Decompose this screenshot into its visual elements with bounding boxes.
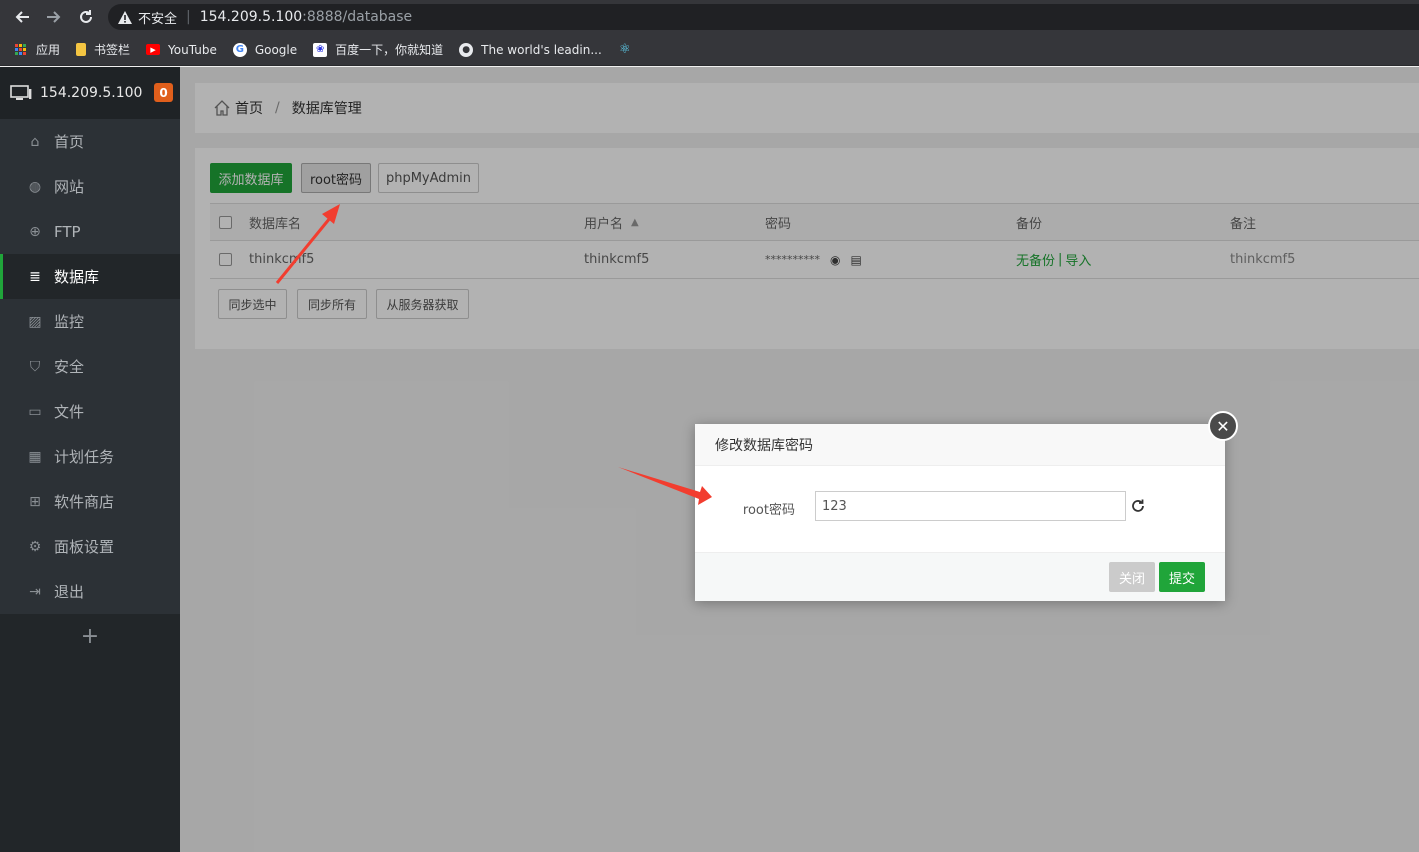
bookmark-youtube[interactable]: ▶ YouTube [146, 43, 217, 57]
sidebar-item-label: 网站 [54, 178, 85, 196]
bookmark-label: 应用 [36, 43, 61, 57]
database-icon: ≣ [29, 268, 41, 285]
calendar-icon: ▦ [28, 448, 42, 465]
root-password-input[interactable] [815, 491, 1126, 521]
url-host: 154.209.5.100 [199, 9, 303, 25]
baidu-icon: ❀ [313, 42, 328, 57]
bookmark-react[interactable]: ⚛ [618, 42, 640, 57]
sidebar-item-label: 软件商店 [54, 493, 115, 511]
bookmarks-bar: 应用 书签栏 ▶ YouTube G Google ❀ 百度一下，你就知道 ● … [0, 34, 1419, 66]
sidebar-item-label: 文件 [54, 403, 85, 421]
close-button[interactable]: 关闭 [1109, 562, 1155, 592]
sidebar-item-files[interactable]: ▭ 文件 [0, 389, 180, 434]
sidebar-item-website[interactable]: ◍ 网站 [0, 164, 180, 209]
sidebar-item-label: 监控 [54, 313, 85, 331]
ftp-icon: ⊕ [29, 223, 41, 240]
back-icon[interactable] [7, 2, 37, 32]
bookmark-folder[interactable]: 书签栏 [76, 41, 130, 58]
dialog-footer: 关闭 提交 [695, 552, 1225, 601]
security-label: 不安全 [138, 11, 178, 27]
folder-icon [76, 43, 87, 56]
sidebar-item-security[interactable]: ⛉ 安全 [0, 344, 180, 389]
bookmark-label: 百度一下，你就知道 [335, 43, 444, 57]
bookmark-label: Google [254, 42, 298, 57]
root-password-label: root密码 [742, 503, 795, 518]
server-ip: 154.209.5.100 [40, 85, 143, 101]
grid-icon: ⊞ [29, 493, 41, 510]
bookmark-label: The world's leadin... [481, 42, 602, 57]
url-path: :8888/database [302, 9, 413, 25]
bookmark-baidu[interactable]: ❀ 百度一下，你就知道 [313, 41, 443, 58]
forward-icon[interactable] [39, 2, 69, 32]
sidebar-item-monitor[interactable]: ▨ 监控 [0, 299, 180, 344]
globe-icon: ◍ [28, 178, 42, 195]
sidebar-item-label: 首页 [54, 133, 85, 151]
bookmark-google[interactable]: G Google [232, 42, 298, 57]
react-icon: ⚛ [618, 42, 631, 57]
bookmark-github[interactable]: ● The world's leadin... [459, 42, 602, 57]
sidebar-item-logout[interactable]: ⇥ 退出 [0, 569, 180, 614]
change-password-dialog: 修改数据库密码 root密码 关闭 提交 [695, 424, 1225, 601]
bookmark-apps[interactable]: 应用 [14, 41, 60, 58]
gear-icon: ⚙ [28, 538, 42, 555]
submit-button[interactable]: 提交 [1159, 562, 1205, 592]
apps-icon [14, 43, 28, 57]
browser-toolbar: 不安全 | 154.209.5.100:8888/database [0, 0, 1419, 34]
sidebar-item-store[interactable]: ⊞ 软件商店 [0, 479, 180, 524]
sidebar: 154.209.5.100 0 ⌂ 首页 ◍ 网站 ⊕ FTP ≣ 数据库 ▨ 监控 ⛉ 安… [0, 67, 180, 852]
sidebar-item-label: 退出 [54, 583, 85, 601]
bookmark-label: YouTube [168, 42, 217, 57]
folder-icon: ▭ [28, 403, 42, 420]
sidebar-item-database[interactable]: ≣ 数据库 [0, 254, 180, 299]
shield-icon: ⛉ [29, 358, 41, 375]
sidebar-item-label: 安全 [54, 358, 85, 376]
warning-icon [118, 10, 132, 24]
github-icon: ● [459, 42, 474, 57]
monitor-chart-icon: ▨ [28, 313, 42, 330]
sidebar-item-home[interactable]: ⌂ 首页 [0, 119, 180, 164]
home-icon: ⌂ [30, 133, 40, 150]
sidebar-item-label: FTP [54, 222, 81, 241]
youtube-icon: ▶ [146, 44, 161, 55]
refresh-icon[interactable] [1130, 498, 1146, 514]
address-bar[interactable]: 不安全 | 154.209.5.100:8888/database [108, 4, 1419, 30]
url-divider: | [186, 9, 191, 25]
bookmark-label: 书签栏 [94, 43, 131, 57]
sidebar-menu: ⌂ 首页 ◍ 网站 ⊕ FTP ≣ 数据库 ▨ 监控 ⛉ 安全 ▭ 文件 ▦ 计划任务 ⊞ 软件商… [0, 119, 180, 614]
sidebar-item-label: 计划任务 [54, 448, 115, 466]
sidebar-item-label: 面板设置 [54, 538, 115, 556]
sidebar-item-cron[interactable]: ▦ 计划任务 [0, 434, 180, 479]
sidebar-item-ftp[interactable]: ⊕ FTP [0, 209, 180, 254]
close-icon[interactable]: ✕ [1208, 411, 1238, 441]
sidebar-item-settings[interactable]: ⚙ 面板设置 [0, 524, 180, 569]
dialog-title: 修改数据库密码 [695, 424, 1225, 466]
logout-icon: ⇥ [29, 583, 41, 600]
google-icon: G [232, 42, 247, 57]
server-header: 154.209.5.100 0 [0, 67, 180, 119]
monitor-icon [10, 85, 32, 100]
reload-icon[interactable] [71, 2, 101, 32]
add-icon[interactable]: + [0, 614, 180, 658]
sidebar-item-label: 数据库 [54, 268, 100, 286]
notification-badge[interactable]: 0 [154, 83, 173, 102]
